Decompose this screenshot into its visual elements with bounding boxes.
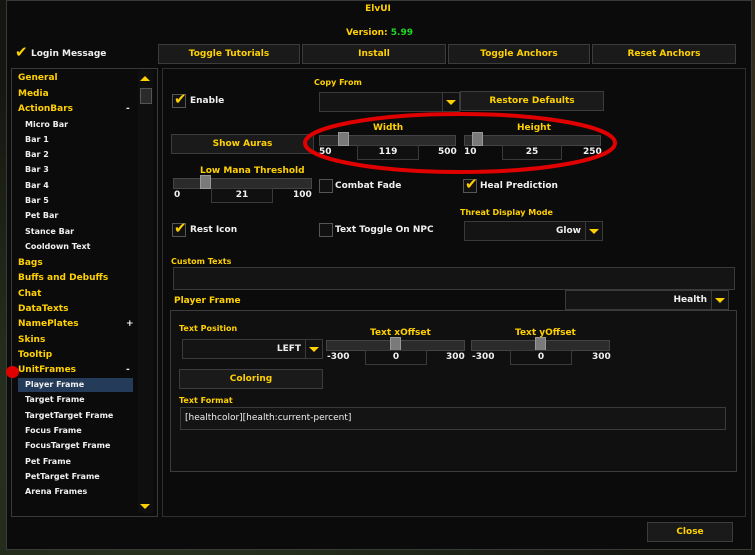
actionbars-collapse-icon[interactable]: -	[126, 104, 130, 114]
nav-unitframes[interactable]: UnitFrames	[18, 365, 76, 375]
sidebar-scrollbar[interactable]	[138, 70, 153, 513]
dropdown-arrow-icon[interactable]	[585, 221, 603, 241]
dropdown-arrow-icon[interactable]	[305, 339, 323, 359]
install-button[interactable]: Install	[302, 44, 446, 64]
text-yoffset-max: 300	[592, 352, 611, 362]
nav-bar-4[interactable]: Bar 4	[25, 181, 49, 190]
heal-prediction-label: Heal Prediction	[480, 181, 558, 191]
nav-targettarget-frame[interactable]: TargetTarget Frame	[25, 411, 113, 420]
text-toggle-npc-label: Text Toggle On NPC	[335, 225, 434, 235]
nav-player-frame[interactable]: Player Frame	[25, 380, 84, 389]
nav-general[interactable]: General	[18, 73, 58, 83]
low-mana-max: 100	[293, 190, 312, 200]
nav-pet-bar[interactable]: Pet Bar	[25, 211, 58, 220]
nav-target-frame[interactable]: Target Frame	[25, 395, 85, 404]
text-yoffset-slider-thumb[interactable]	[534, 337, 546, 351]
nav-actionbars[interactable]: ActionBars	[18, 104, 73, 114]
nav-bar-3[interactable]: Bar 3	[25, 165, 49, 174]
heal-prediction-checkbox[interactable]: ✔	[463, 175, 478, 193]
text-format-input[interactable]: [healthcolor][health:current-percent]	[180, 407, 726, 430]
toggle-anchors-button[interactable]: Toggle Anchors	[448, 44, 590, 64]
text-position-value: LEFT	[276, 344, 301, 354]
unitframes-collapse-icon[interactable]: -	[126, 365, 130, 375]
low-mana-min: 0	[174, 190, 181, 200]
text-position-label: Text Position	[179, 324, 238, 333]
threat-mode-value: Glow	[556, 226, 581, 236]
nav-bar-2[interactable]: Bar 2	[25, 150, 49, 159]
combat-fade-label: Combat Fade	[335, 181, 402, 191]
low-mana-threshold-label: Low Mana Threshold	[200, 166, 305, 176]
checkmark-icon: ✔	[465, 175, 478, 193]
nav-skins[interactable]: Skins	[18, 335, 45, 345]
text-xoffset-max: 300	[446, 352, 465, 362]
player-frame-label: Player Frame	[174, 296, 241, 306]
window-title: ElvUI	[365, 4, 391, 14]
dropdown-arrow-icon[interactable]	[442, 92, 460, 112]
red-annotation-ellipse	[303, 112, 617, 174]
nav-datatexts[interactable]: DataTexts	[18, 304, 68, 314]
nav-arena-frames[interactable]: Arena Frames	[25, 487, 87, 496]
nav-bar-1[interactable]: Bar 1	[25, 135, 49, 144]
nav-micro-bar[interactable]: Micro Bar	[25, 120, 68, 129]
close-button[interactable]: Close	[647, 522, 733, 542]
copy-from-label: Copy From	[314, 78, 362, 87]
text-xoffset-value-input[interactable]: 0	[365, 350, 427, 365]
nav-focustarget-frame[interactable]: FocusTarget Frame	[25, 441, 110, 450]
nav-tooltip[interactable]: Tooltip	[18, 350, 52, 360]
custom-texts-input[interactable]	[173, 267, 735, 290]
nav-nameplates[interactable]: NamePlates	[18, 319, 79, 329]
checkmark-icon: ✔	[15, 43, 28, 61]
enable-checkbox[interactable]: ✔	[172, 90, 187, 108]
text-format-label: Text Format	[179, 396, 233, 405]
text-position-dropdown[interactable]: LEFT	[182, 339, 323, 359]
nav-focus-frame[interactable]: Focus Frame	[25, 426, 82, 435]
nav-pet-frame[interactable]: Pet Frame	[25, 457, 71, 466]
nav-bags[interactable]: Bags	[18, 258, 43, 268]
combat-fade-checkbox[interactable]	[319, 179, 333, 193]
login-message-label: Login Message	[31, 49, 107, 59]
nav-bar-5[interactable]: Bar 5	[25, 196, 49, 205]
version-text: Version: 5.99	[346, 28, 413, 38]
text-xoffset-slider-thumb[interactable]	[389, 337, 401, 351]
checkmark-icon: ✔	[174, 219, 187, 237]
version-value: 5.99	[390, 28, 414, 38]
nav-chat[interactable]: Chat	[18, 289, 41, 299]
custom-texts-label: Custom Texts	[171, 257, 232, 266]
checkmark-icon: ✔	[174, 90, 187, 108]
nav-stance-bar[interactable]: Stance Bar	[25, 227, 74, 236]
restore-defaults-button[interactable]: Restore Defaults	[460, 91, 604, 111]
threat-mode-label: Threat Display Mode	[460, 208, 553, 217]
text-yoffset-value-input[interactable]: 0	[510, 350, 572, 365]
nav-pettarget-frame[interactable]: PetTarget Frame	[25, 472, 100, 481]
enable-label: Enable	[190, 96, 225, 106]
coloring-button[interactable]: Coloring	[179, 369, 323, 389]
text-toggle-npc-checkbox[interactable]	[319, 223, 333, 237]
toggle-tutorials-button[interactable]: Toggle Tutorials	[158, 44, 300, 64]
nav-buffs-debuffs[interactable]: Buffs and Debuffs	[18, 273, 108, 283]
player-frame-dropdown-value: Health	[673, 295, 707, 305]
threat-mode-dropdown[interactable]: Glow	[464, 221, 603, 241]
copy-from-dropdown[interactable]	[319, 92, 460, 112]
nav-media[interactable]: Media	[18, 89, 49, 99]
dropdown-arrow-icon[interactable]	[711, 290, 729, 310]
rest-icon-checkbox[interactable]: ✔	[172, 219, 187, 237]
player-frame-group	[170, 310, 737, 472]
rest-icon-label: Rest Icon	[190, 225, 238, 235]
scroll-thumb[interactable]	[140, 88, 152, 104]
low-mana-slider-thumb[interactable]	[199, 175, 211, 189]
low-mana-value-input[interactable]: 21	[211, 188, 273, 203]
text-xoffset-min: -300	[327, 352, 350, 362]
nameplates-expand-icon[interactable]: +	[126, 319, 134, 329]
text-yoffset-min: -300	[472, 352, 495, 362]
version-label: Version:	[346, 28, 388, 38]
scroll-down-icon[interactable]	[140, 504, 150, 509]
player-frame-dropdown[interactable]: Health	[565, 290, 729, 310]
login-message-checkbox[interactable]: ✔	[14, 43, 28, 61]
show-auras-button[interactable]: Show Auras	[171, 134, 314, 154]
reset-anchors-button[interactable]: Reset Anchors	[592, 44, 736, 64]
nav-cooldown-text[interactable]: Cooldown Text	[25, 242, 91, 251]
scroll-up-icon[interactable]	[140, 76, 150, 81]
